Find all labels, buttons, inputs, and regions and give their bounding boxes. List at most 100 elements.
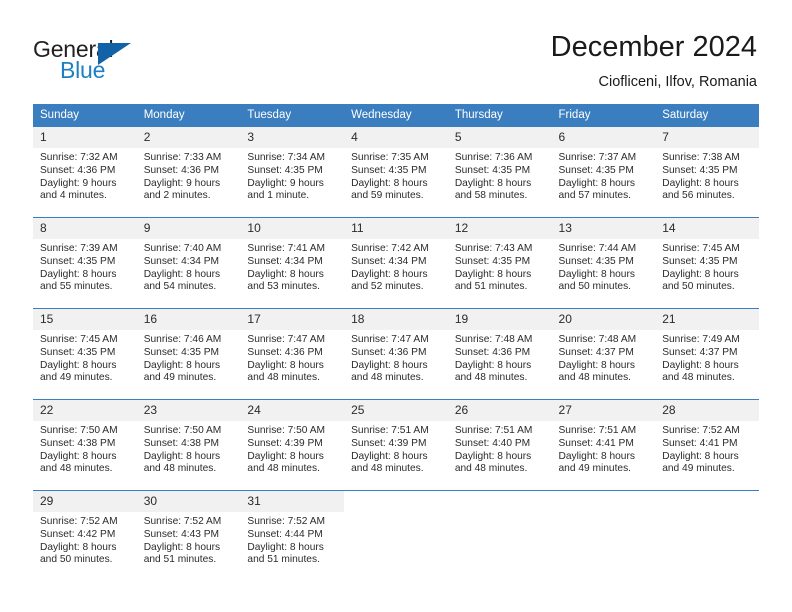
sunrise-text: Sunrise: 7:37 AM — [558, 152, 637, 163]
day-number: 31 — [240, 491, 345, 512]
day-number: 22 — [33, 400, 137, 421]
calendar-day-cell[interactable]: 13 Sunrise: 7:44 AM Sunset: 4:35 PM Dayl… — [551, 217, 656, 309]
daylight-text-line2: and 51 minutes. — [247, 554, 320, 566]
calendar-day-cell[interactable]: 27 Sunrise: 7:51 AM Sunset: 4:41 PM Dayl… — [551, 399, 656, 491]
daylight-text-line2: and 48 minutes. — [351, 372, 424, 384]
day-details: Sunrise: 7:51 AM Sunset: 4:39 PM Dayligh… — [344, 421, 448, 476]
day-number: 13 — [551, 218, 656, 239]
day-details: Sunrise: 7:46 AM Sunset: 4:35 PM Dayligh… — [137, 330, 241, 385]
sunrise-text: Sunrise: 7:35 AM — [351, 152, 429, 163]
day-details: Sunrise: 7:41 AM Sunset: 4:34 PM Dayligh… — [240, 239, 344, 294]
calendar-day-cell[interactable]: 5 Sunrise: 7:36 AM Sunset: 4:35 PM Dayli… — [447, 126, 552, 218]
sunset-text: Sunset: 4:35 PM — [247, 164, 323, 176]
calendar-day-cell[interactable]: 11 Sunrise: 7:42 AM Sunset: 4:34 PM Dayl… — [344, 217, 448, 309]
calendar-day-cell[interactable]: 6 Sunrise: 7:37 AM Sunset: 4:35 PM Dayli… — [551, 126, 656, 218]
daylight-text-line2: and 48 minutes. — [143, 463, 217, 475]
day-details: Sunrise: 7:52 AM Sunset: 4:44 PM Dayligh… — [240, 512, 344, 567]
calendar-day-cell[interactable]: 25 Sunrise: 7:51 AM Sunset: 4:39 PM Dayl… — [344, 399, 448, 491]
sunset-text: Sunset: 4:36 PM — [247, 346, 323, 358]
daylight-text-line2: and 48 minutes. — [40, 463, 113, 475]
calendar-header-row: Sunday Monday Tuesday Wednesday Thursday… — [33, 104, 759, 127]
calendar-day-cell[interactable]: 24 Sunrise: 7:50 AM Sunset: 4:39 PM Dayl… — [240, 399, 345, 491]
daylight-text-line1: Daylight: 8 hours — [662, 359, 739, 371]
daylight-text-line1: Daylight: 8 hours — [40, 359, 117, 371]
calendar-day-cell[interactable]: 16 Sunrise: 7:46 AM Sunset: 4:35 PM Dayl… — [136, 308, 241, 400]
day-number: 14 — [655, 218, 759, 239]
daylight-text-line1: Daylight: 8 hours — [143, 359, 221, 371]
daylight-text-line2: and 49 minutes. — [558, 463, 632, 475]
daylight-text-line1: Daylight: 8 hours — [351, 450, 428, 462]
calendar-day-cell[interactable]: 18 Sunrise: 7:47 AM Sunset: 4:36 PM Dayl… — [344, 308, 448, 400]
sunrise-text: Sunrise: 7:52 AM — [247, 516, 325, 527]
day-details: Sunrise: 7:50 AM Sunset: 4:38 PM Dayligh… — [137, 421, 241, 476]
calendar-day-cell[interactable]: 29 Sunrise: 7:52 AM Sunset: 4:42 PM Dayl… — [33, 490, 137, 581]
day-details: Sunrise: 7:38 AM Sunset: 4:35 PM Dayligh… — [655, 148, 759, 203]
calendar-day-cell[interactable]: 15 Sunrise: 7:45 AM Sunset: 4:35 PM Dayl… — [33, 308, 137, 400]
calendar-day-cell[interactable]: 3 Sunrise: 7:34 AM Sunset: 4:35 PM Dayli… — [240, 126, 345, 218]
day-number: 3 — [240, 127, 345, 148]
day-details: Sunrise: 7:43 AM Sunset: 4:35 PM Dayligh… — [448, 239, 552, 294]
daylight-text-line1: Daylight: 9 hours — [40, 177, 117, 189]
daylight-text-line1: Daylight: 8 hours — [662, 177, 739, 189]
calendar-day-cell[interactable]: 26 Sunrise: 7:51 AM Sunset: 4:40 PM Dayl… — [447, 399, 552, 491]
day-number: 29 — [33, 491, 137, 512]
day-details: Sunrise: 7:42 AM Sunset: 4:34 PM Dayligh… — [344, 239, 448, 294]
sunrise-text: Sunrise: 7:50 AM — [143, 425, 222, 436]
daylight-text-line2: and 57 minutes. — [558, 190, 632, 202]
calendar-day-cell[interactable]: 31 Sunrise: 7:52 AM Sunset: 4:44 PM Dayl… — [240, 490, 345, 581]
day-details: Sunrise: 7:48 AM Sunset: 4:36 PM Dayligh… — [448, 330, 552, 385]
day-number: 23 — [136, 400, 241, 421]
daylight-text-line1: Daylight: 8 hours — [40, 450, 117, 462]
calendar-day-cell[interactable]: 30 Sunrise: 7:52 AM Sunset: 4:43 PM Dayl… — [136, 490, 241, 581]
sunrise-text: Sunrise: 7:52 AM — [662, 425, 740, 436]
calendar-day-cell[interactable]: 14 Sunrise: 7:45 AM Sunset: 4:35 PM Dayl… — [655, 217, 759, 309]
sunrise-text: Sunrise: 7:39 AM — [40, 243, 118, 254]
calendar-day-cell[interactable]: 7 Sunrise: 7:38 AM Sunset: 4:35 PM Dayli… — [655, 126, 759, 218]
page-header: General Blue December 2024 Ciofliceni, I… — [0, 0, 792, 100]
calendar-day-cell[interactable]: 28 Sunrise: 7:52 AM Sunset: 4:41 PM Dayl… — [655, 399, 759, 491]
day-number — [344, 491, 448, 512]
day-number: 28 — [655, 400, 759, 421]
daylight-text-line2: and 53 minutes. — [247, 281, 320, 293]
day-details: Sunrise: 7:50 AM Sunset: 4:39 PM Dayligh… — [240, 421, 344, 476]
calendar-day-cell[interactable]: 1 Sunrise: 7:32 AM Sunset: 4:36 PM Dayli… — [33, 126, 137, 218]
calendar-day-cell[interactable]: 20 Sunrise: 7:48 AM Sunset: 4:37 PM Dayl… — [551, 308, 656, 400]
sunset-text: Sunset: 4:43 PM — [143, 528, 220, 540]
calendar-page: General Blue December 2024 Ciofliceni, I… — [0, 0, 792, 612]
sunset-text: Sunset: 4:40 PM — [454, 437, 531, 449]
calendar-day-cell[interactable]: 4 Sunrise: 7:35 AM Sunset: 4:35 PM Dayli… — [344, 126, 448, 218]
calendar-day-cell[interactable]: 2 Sunrise: 7:33 AM Sunset: 4:36 PM Dayli… — [136, 126, 241, 218]
calendar-day-cell[interactable]: 9 Sunrise: 7:40 AM Sunset: 4:34 PM Dayli… — [136, 217, 241, 309]
calendar-day-cell[interactable]: 21 Sunrise: 7:49 AM Sunset: 4:37 PM Dayl… — [655, 308, 759, 400]
daylight-text-line2: and 49 minutes. — [40, 372, 113, 384]
calendar-day-cell[interactable]: 8 Sunrise: 7:39 AM Sunset: 4:35 PM Dayli… — [33, 217, 137, 309]
calendar-day-cell[interactable]: 12 Sunrise: 7:43 AM Sunset: 4:35 PM Dayl… — [447, 217, 552, 309]
sunset-text: Sunset: 4:34 PM — [247, 255, 323, 267]
day-number: 27 — [551, 400, 656, 421]
calendar-day-cell[interactable]: 10 Sunrise: 7:41 AM Sunset: 4:34 PM Dayl… — [240, 217, 345, 309]
sunset-text: Sunset: 4:41 PM — [558, 437, 634, 449]
daylight-text-line1: Daylight: 9 hours — [143, 177, 221, 189]
daylight-text-line2: and 1 minute. — [247, 190, 310, 202]
sunset-text: Sunset: 4:35 PM — [662, 164, 738, 176]
day-number: 21 — [655, 309, 759, 330]
sunrise-text: Sunrise: 7:48 AM — [454, 334, 533, 345]
day-number: 12 — [447, 218, 552, 239]
day-details: Sunrise: 7:50 AM Sunset: 4:38 PM Dayligh… — [33, 421, 137, 476]
sunrise-text: Sunrise: 7:46 AM — [143, 334, 222, 345]
day-details: Sunrise: 7:47 AM Sunset: 4:36 PM Dayligh… — [240, 330, 344, 385]
sunset-text: Sunset: 4:35 PM — [40, 255, 116, 267]
daylight-text-line1: Daylight: 8 hours — [40, 268, 117, 280]
calendar-day-cell[interactable]: 19 Sunrise: 7:48 AM Sunset: 4:36 PM Dayl… — [447, 308, 552, 400]
sunrise-text: Sunrise: 7:52 AM — [40, 516, 118, 527]
day-details: Sunrise: 7:45 AM Sunset: 4:35 PM Dayligh… — [33, 330, 137, 385]
calendar-day-cell[interactable]: 22 Sunrise: 7:50 AM Sunset: 4:38 PM Dayl… — [33, 399, 137, 491]
day-number: 30 — [136, 491, 241, 512]
day-number: 11 — [344, 218, 448, 239]
day-details: Sunrise: 7:52 AM Sunset: 4:43 PM Dayligh… — [137, 512, 241, 567]
weekday-header-wednesday: Wednesday — [344, 104, 448, 127]
calendar-day-cell[interactable]: 23 Sunrise: 7:50 AM Sunset: 4:38 PM Dayl… — [136, 399, 241, 491]
sunrise-text: Sunrise: 7:45 AM — [662, 243, 740, 254]
calendar-day-cell[interactable]: 17 Sunrise: 7:47 AM Sunset: 4:36 PM Dayl… — [240, 308, 345, 400]
sunset-text: Sunset: 4:36 PM — [143, 164, 220, 176]
